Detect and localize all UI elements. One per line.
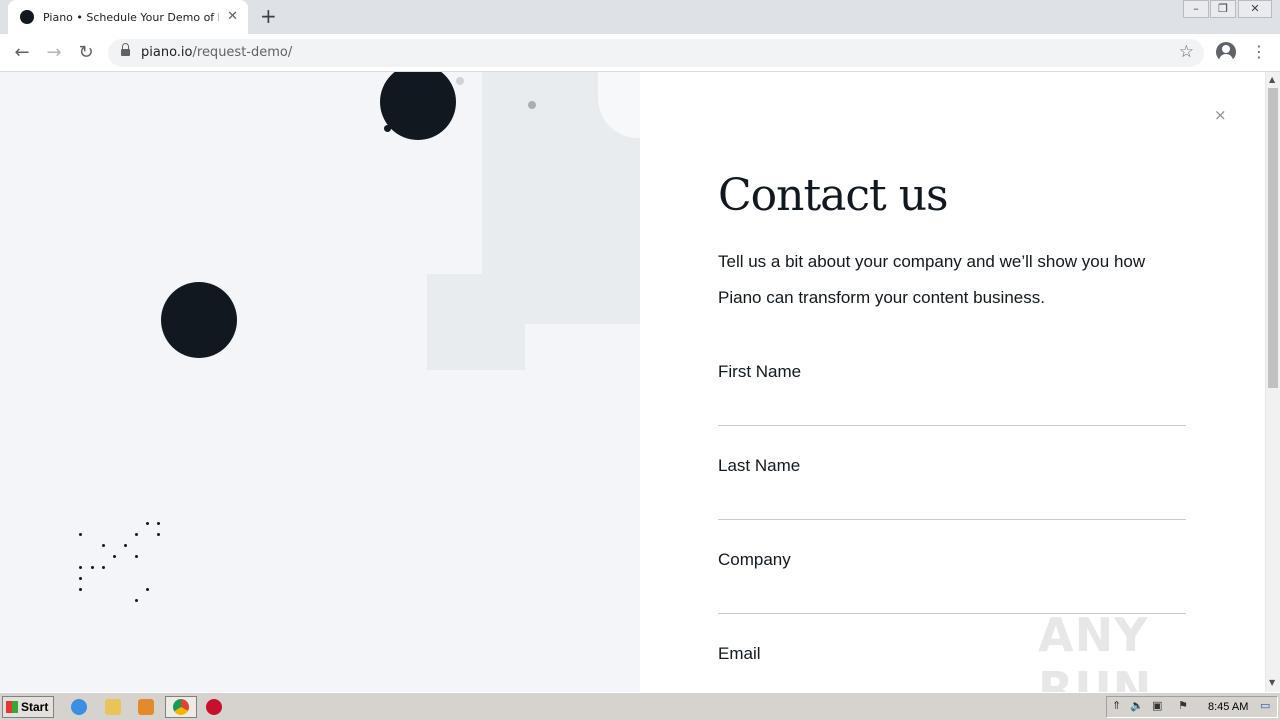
window-close-button[interactable]: ✕ — [1238, 0, 1272, 18]
back-arrow-icon[interactable]: ← — [10, 41, 34, 65]
page-viewport: × Contact us Tell us a bit about your co… — [0, 72, 1280, 692]
intro-text: Tell us a bit about your company and we’… — [718, 252, 1146, 307]
scroll-down-icon[interactable]: ▼ — [1269, 678, 1275, 687]
stop-record-icon[interactable] — [206, 699, 222, 715]
cluster-dot — [79, 588, 82, 591]
tab-close-icon[interactable]: ✕ — [227, 9, 238, 24]
cluster-dot — [113, 555, 116, 558]
cluster-dot — [146, 588, 149, 591]
forward-arrow-icon[interactable]: → — [42, 41, 66, 65]
os-taskbar: Start ⇑ 🔈 ▣ ⚑ 8:45 AM ▭ — [0, 692, 1280, 720]
dark-circle — [380, 72, 456, 140]
lock-icon — [121, 43, 130, 57]
tray-arrow-icon[interactable]: ⇑ — [1112, 699, 1121, 712]
page-title: Contact us — [718, 170, 949, 221]
url-text[interactable]: piano.io/request-demo/ — [141, 45, 292, 60]
chrome-taskbar-button[interactable] — [165, 696, 197, 718]
start-button[interactable]: Start — [2, 696, 54, 718]
cluster-dot — [102, 544, 105, 547]
restore-button[interactable]: ❐ — [1210, 0, 1236, 18]
company-label: Company — [718, 550, 791, 569]
last-name-input[interactable] — [718, 484, 1186, 520]
chrome-icon — [173, 699, 189, 715]
tab-strip: Piano • Schedule Your Demo of Piano ✕ + … — [0, 0, 1280, 34]
explorer-folder-icon[interactable] — [105, 699, 121, 715]
tab-title: Piano • Schedule Your Demo of Piano — [43, 10, 219, 24]
minimize-button[interactable]: – — [1183, 0, 1209, 18]
clock: 8:45 AM — [1208, 701, 1249, 713]
cluster-dot — [79, 533, 82, 536]
cluster-dot — [135, 533, 138, 536]
windows-logo-icon — [6, 701, 18, 713]
cluster-dot — [135, 599, 138, 602]
show-desktop-icon[interactable]: ▭ — [1260, 699, 1270, 712]
cluster-dot — [124, 544, 127, 547]
cluster-dot — [146, 522, 149, 525]
cluster-dot — [135, 555, 138, 558]
last-name-field: Last Name — [718, 456, 1186, 550]
media-player-icon[interactable] — [138, 699, 154, 715]
cluster-dot — [79, 566, 82, 569]
small-dot — [456, 77, 464, 85]
watermark-logo: ANY RUN — [1038, 608, 1153, 692]
first-name-label: First Name — [718, 362, 802, 381]
piano-favicon-icon — [20, 10, 34, 24]
scroll-thumb[interactable] — [1268, 88, 1278, 388]
network-icon[interactable]: ▣ — [1152, 699, 1162, 712]
first-name-field: First Name — [718, 362, 1186, 456]
cluster-dot — [79, 577, 82, 580]
cluster-dot — [157, 522, 160, 525]
profile-avatar-icon[interactable] — [1216, 42, 1236, 62]
volume-icon[interactable]: 🔈 — [1130, 699, 1144, 712]
vertical-scrollbar[interactable]: ▲ ▼ — [1265, 72, 1280, 692]
browser-tab[interactable]: Piano • Schedule Your Demo of Piano ✕ — [8, 0, 248, 34]
decorative-panel — [0, 72, 640, 692]
browser-toolbar: ← → ↻ piano.io/request-demo/ ☆ ⋮ — [0, 34, 1280, 72]
cluster-dot — [91, 566, 94, 569]
contact-form-panel: × Contact us Tell us a bit about your co… — [640, 72, 1265, 692]
first-name-input[interactable] — [718, 390, 1186, 426]
deco-shape — [427, 274, 525, 370]
menu-kebab-icon[interactable]: ⋮ — [1251, 42, 1267, 62]
new-tab-button[interactable]: + — [260, 5, 277, 27]
reload-icon[interactable]: ↻ — [74, 41, 98, 65]
close-icon[interactable]: × — [1214, 106, 1227, 124]
cluster-dot — [102, 566, 105, 569]
small-dot — [384, 125, 391, 132]
bookmark-star-icon[interactable]: ☆ — [1179, 42, 1194, 62]
scroll-up-icon[interactable]: ▲ — [1269, 75, 1275, 84]
email-label: Email — [718, 644, 761, 663]
flag-icon[interactable]: ⚑ — [1178, 699, 1188, 712]
last-name-label: Last Name — [718, 456, 801, 475]
address-bar[interactable]: piano.io/request-demo/ ☆ — [108, 39, 1204, 67]
cluster-dot — [157, 533, 160, 536]
small-dot — [528, 101, 536, 109]
ie-icon[interactable] — [71, 699, 87, 715]
dark-circle — [161, 282, 237, 358]
